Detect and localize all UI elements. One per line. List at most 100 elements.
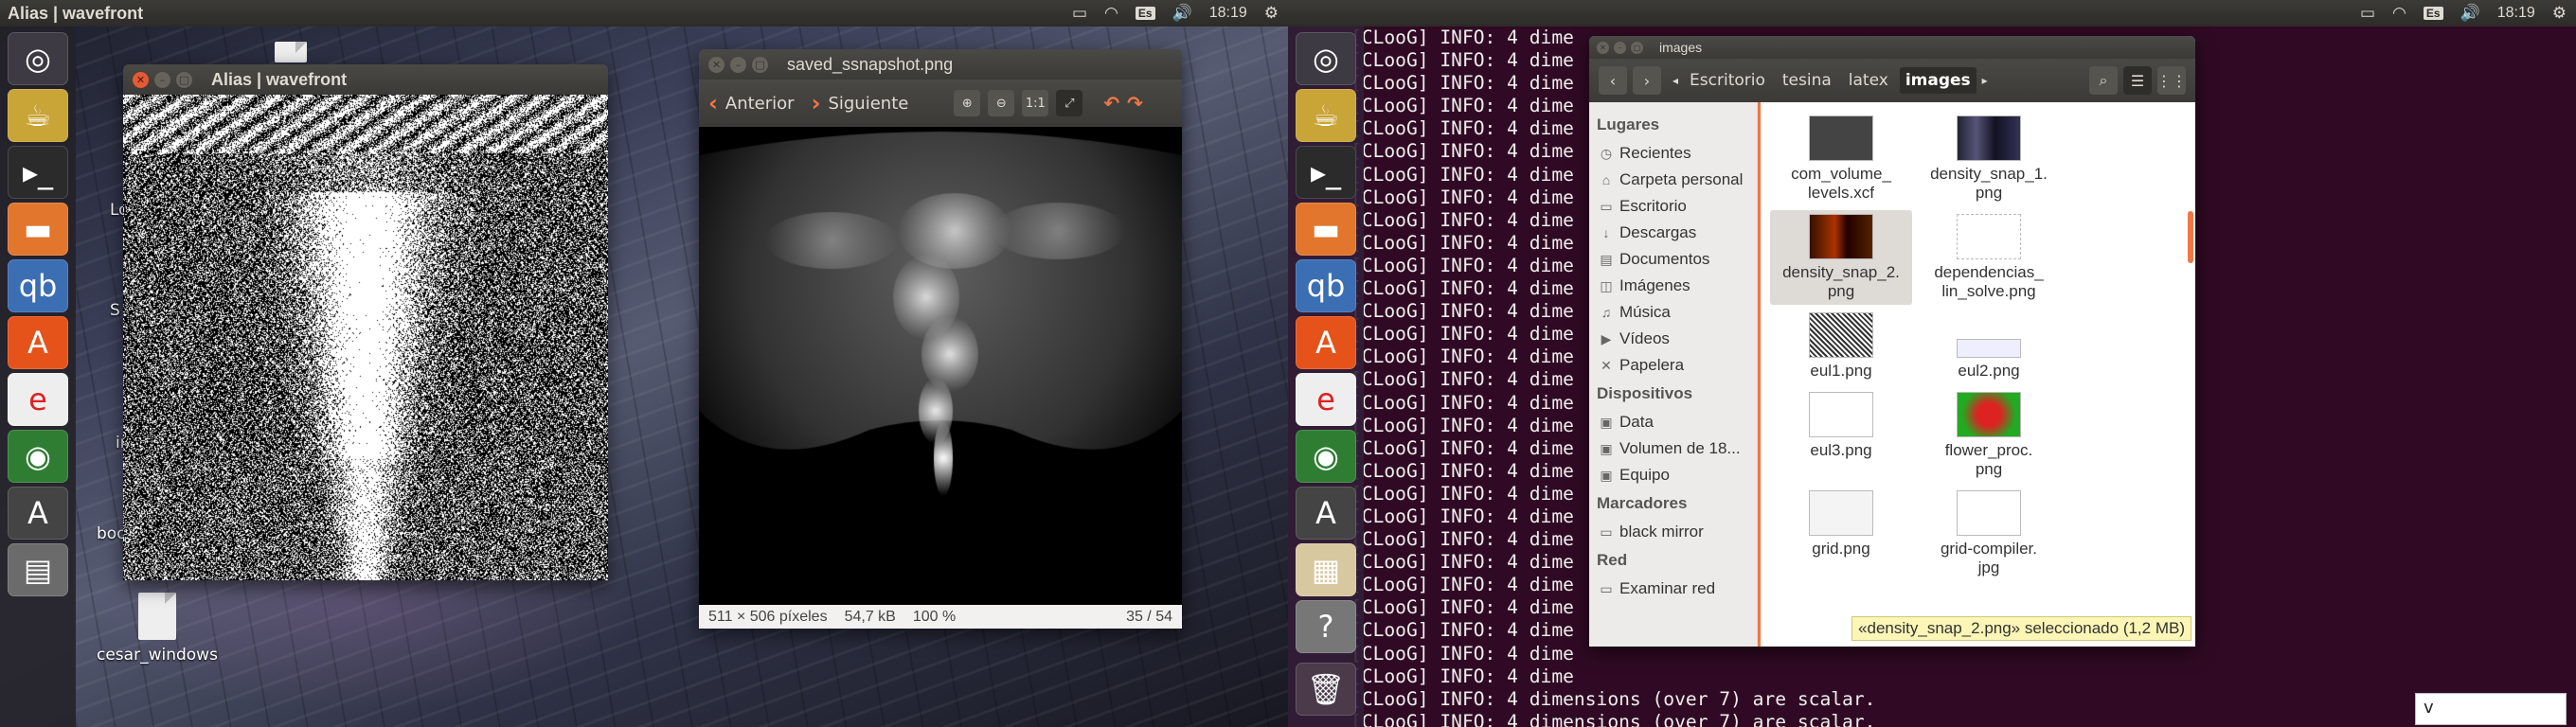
place-icon: ↓: [1602, 225, 1610, 240]
files-titlebar[interactable]: ✕ – □ images: [1589, 36, 2195, 59]
files-folder-icon[interactable]: ▬: [1296, 203, 1356, 256]
file-item[interactable]: eul3.png: [1770, 388, 1912, 483]
minimize-icon[interactable]: –: [730, 56, 746, 73]
rotate-right-icon[interactable]: ↷: [1127, 92, 1143, 115]
previous-button[interactable]: Anterior: [725, 94, 795, 114]
scanner-icon[interactable]: ▤: [8, 543, 68, 596]
terminal-icon[interactable]: ▸_: [8, 146, 68, 199]
sidebar-item[interactable]: ▤ Documentos: [1589, 246, 1757, 273]
file-item[interactable]: grid.png: [1770, 487, 1912, 581]
breadcrumb-escritorio[interactable]: Escritorio: [1684, 67, 1771, 94]
close-icon[interactable]: ✕: [1597, 41, 1609, 54]
wavefront-render[interactable]: [123, 95, 608, 580]
wifi-icon[interactable]: ◠: [2392, 4, 2406, 23]
clock[interactable]: 18:19: [1209, 5, 1247, 22]
ubuntu-dash-icon[interactable]: ◎: [8, 32, 68, 85]
sidebar-item[interactable]: ▣ Data: [1589, 409, 1757, 435]
ebook-reader-icon[interactable]: e: [8, 373, 68, 426]
zoom-in-icon[interactable]: ⊕: [954, 90, 981, 116]
file-item[interactable]: density_snap_2. png: [1770, 210, 1912, 305]
file-item[interactable]: com_volume_ levels.xcf: [1770, 112, 1912, 206]
chevron-right-icon[interactable]: ›: [812, 90, 821, 116]
teapot-app-icon[interactable]: ☕: [1296, 89, 1356, 142]
desktop-label-partial: boo: [97, 524, 127, 543]
gear-icon[interactable]: ⚙: [1264, 4, 1279, 23]
sidebar-item[interactable]: ▶ Vídeos: [1589, 326, 1757, 352]
back-button[interactable]: ‹: [1599, 66, 1627, 95]
screen-icon[interactable]: ▭: [2360, 4, 2375, 23]
sidebar-item[interactable]: ↓ Descargas: [1589, 220, 1757, 246]
qbittorrent-icon[interactable]: qb: [8, 259, 68, 312]
desktop-label-partial: S: [110, 301, 120, 320]
breadcrumb-latex[interactable]: latex: [1843, 67, 1894, 94]
file-thumbnail-icon: [1809, 214, 1873, 259]
breadcrumb-tesina[interactable]: tesina: [1777, 67, 1837, 94]
zoom-out-icon[interactable]: ⊖: [988, 90, 1015, 116]
close-icon[interactable]: ✕: [708, 56, 724, 73]
file-item[interactable]: flower_proc. png: [1918, 388, 2060, 483]
maximize-icon[interactable]: □: [752, 56, 768, 73]
chevron-left-icon[interactable]: ‹: [708, 90, 718, 116]
forward-button[interactable]: ›: [1633, 66, 1661, 95]
list-view-icon[interactable]: ☰: [2123, 66, 2152, 95]
zoom-fit-icon[interactable]: ⤢: [1056, 90, 1083, 116]
clock[interactable]: 18:19: [2497, 5, 2535, 22]
viewer-titlebar[interactable]: ✕ – □ saved_ssnapshot.png: [699, 49, 1182, 80]
files-folder-icon[interactable]: ▬: [8, 203, 68, 256]
chrome-icon[interactable]: ◉: [1296, 430, 1356, 483]
sidebar-item[interactable]: ⌂ Carpeta personal: [1589, 167, 1757, 193]
teapot-app-icon[interactable]: ☕: [8, 89, 68, 142]
sidebar-item[interactable]: ▣ Volumen de 18...: [1589, 435, 1757, 462]
file-item[interactable]: density_snap_1. png: [1918, 112, 2060, 206]
breadcrumb-left-arrow-icon[interactable]: ◂: [1673, 74, 1678, 87]
sidebar-item[interactable]: ▭ black mirror: [1589, 519, 1757, 545]
screen-icon[interactable]: ▭: [1072, 4, 1087, 23]
search-input[interactable]: v: [2415, 693, 2567, 725]
wifi-icon[interactable]: ◠: [1104, 4, 1118, 23]
keyboard-layout-badge[interactable]: Es: [2423, 7, 2443, 20]
desktop-icon-cesar-windows[interactable]: cesar_windows: [97, 593, 218, 665]
zoom-normal-icon[interactable]: 1:1: [1022, 90, 1049, 116]
gear-icon[interactable]: ⚙: [2552, 4, 2567, 23]
sidebar-item[interactable]: ◫ Imágenes: [1589, 273, 1757, 299]
ubuntu-dash-icon[interactable]: ◎: [1296, 32, 1356, 85]
sidebar-item[interactable]: ♫ Música: [1589, 299, 1757, 326]
close-icon[interactable]: ✕: [133, 71, 149, 88]
ebook-reader-icon[interactable]: e: [1296, 373, 1356, 426]
sidebar-item[interactable]: ◷ Recientes: [1589, 140, 1757, 167]
rotate-left-icon[interactable]: ↶: [1103, 92, 1119, 115]
file-item[interactable]: dependencias_ lin_solve.png: [1918, 210, 2060, 305]
sidebar-item[interactable]: ✕ Papelera: [1589, 352, 1757, 379]
alias-titlebar[interactable]: ✕ – □ Alias | wavefront: [123, 64, 608, 95]
software-center-icon[interactable]: A: [8, 316, 68, 369]
qbittorrent-icon[interactable]: qb: [1296, 259, 1356, 312]
breadcrumb-right-arrow-icon[interactable]: ▸: [1982, 74, 1988, 87]
help-icon[interactable]: ?: [1296, 600, 1356, 653]
grid-view-icon[interactable]: ⋮⋮: [2156, 66, 2187, 95]
sidebar-item[interactable]: ▭ Examinar red: [1589, 576, 1757, 602]
update-manager-icon[interactable]: A: [8, 487, 68, 540]
file-item[interactable]: grid-compiler. jpg: [1918, 487, 2060, 581]
minimize-icon[interactable]: –: [1614, 41, 1626, 54]
maximize-icon[interactable]: □: [176, 71, 192, 88]
breadcrumb-images[interactable]: images: [1899, 67, 1977, 94]
trash-icon[interactable]: 🗑: [1296, 663, 1356, 716]
calendar-icon[interactable]: ▦: [1296, 543, 1356, 596]
chrome-icon[interactable]: ◉: [8, 430, 68, 483]
file-item[interactable]: eul2.png: [1918, 309, 2060, 384]
volume-icon[interactable]: 🔊: [2460, 4, 2480, 23]
smoke-snapshot-image[interactable]: [699, 127, 1182, 605]
file-item[interactable]: eul1.png: [1770, 309, 1912, 384]
search-icon[interactable]: ⌕: [2089, 66, 2118, 95]
maximize-icon[interactable]: □: [1631, 41, 1643, 54]
terminal-icon[interactable]: ▸_: [1296, 146, 1356, 199]
sidebar-item[interactable]: ▭ Escritorio: [1589, 193, 1757, 220]
volume-icon[interactable]: 🔊: [1172, 4, 1192, 23]
next-button[interactable]: Siguiente: [828, 94, 908, 114]
keyboard-layout-badge[interactable]: Es: [1135, 7, 1155, 20]
software-center-icon[interactable]: A: [1296, 316, 1356, 369]
update-manager-icon[interactable]: A: [1296, 487, 1356, 540]
sidebar-item[interactable]: ▣ Equipo: [1589, 462, 1757, 488]
scrollbar[interactable]: [2188, 211, 2193, 263]
minimize-icon[interactable]: –: [154, 71, 170, 88]
